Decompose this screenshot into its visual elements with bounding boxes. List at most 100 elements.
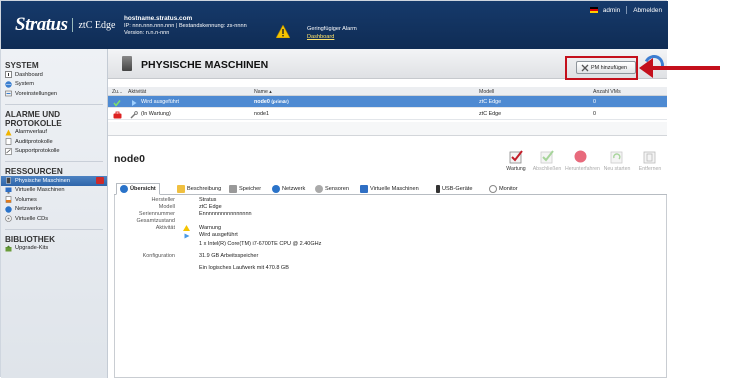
sidebar-item-audit-logs[interactable]: Auditprotokolle [1,137,107,147]
cd-icon [5,215,12,223]
sidebar-item-label: Auditprotokolle [15,138,53,145]
monitor-icon [360,185,368,193]
sidebar-item-alarm-history[interactable]: Alarmverlauf [1,128,107,138]
logo-main-text: Stratus [15,14,68,35]
language-flag-icon[interactable] [589,7,598,13]
row-vm-count: 0 [593,99,596,105]
alarm-bell-icon [5,129,12,136]
remove-action[interactable]: Entfernen [635,149,665,172]
row-model: ztC Edge [479,111,502,117]
sidebar-item-label: Physische Maschinen [15,177,71,184]
shutdown-icon [573,149,588,164]
sidebar-divider [5,228,103,230]
storage-icon [229,185,237,193]
remove-icon [643,149,658,164]
column-header-model[interactable]: Modell [479,89,494,95]
sidebar-item-upgrade-kits[interactable]: Upgrade-Kits [1,244,107,254]
sidebar-section-library: BIBLIOTHEK [5,234,56,244]
tab-overview[interactable]: Übersicht [116,183,160,195]
action-label: Abschließen [532,166,562,172]
user-menu: admin Abmelden [589,6,662,14]
stratus-logo: Stratus ztC Edge [15,13,115,37]
usb-icon [436,185,440,193]
wrench-icon [130,111,138,119]
sidebar-item-label: Dashboard [15,71,43,78]
value-activity: Wird ausgeführt [199,232,238,238]
table-row[interactable]: Wird ausgeführt node0 (primär) ztC Edge … [108,96,667,108]
column-header-status[interactable]: Zu... [112,89,122,95]
tab-label: Netzwerk [282,186,306,192]
globe-icon [5,81,12,88]
restart-action[interactable]: Neu starten [602,149,632,172]
row-name-suffix: (primär) [271,99,289,104]
host-info: hostname.stratus.com IP: nnn.nnn.nnn.nnn… [124,15,247,38]
sidebar-item-dashboard[interactable]: Dashboard [1,70,107,80]
network-icon [5,206,12,213]
maintenance-icon [509,149,524,164]
tab-sensors[interactable]: Sensoren [312,183,352,195]
sidebar-item-system[interactable]: System [1,80,107,90]
label-overall-state: Gesamtzustand [136,218,175,224]
sidebar-divider [5,161,103,162]
tab-label: Sensoren [325,186,349,192]
tab-usb-devices[interactable]: USB-Geräte [433,183,475,195]
upgrade-kit-icon [5,245,12,252]
version-line: Version: n.n.n-nnn [124,30,170,36]
tab-label: Übersicht [130,186,156,192]
column-header-vm-count[interactable]: Anzahl VMs [593,89,621,95]
sensor-icon [315,185,323,193]
main-panel: PHYSISCHE MASCHINEN PM hinzufügen Zu... … [108,49,667,378]
sidebar-item-label: Supportprotokolle [15,148,60,155]
label-manufacturer: Hersteller [151,197,175,203]
logout-link[interactable]: Abmelden [633,7,662,14]
alarm-text: Geringfügiger Alarm [307,26,357,32]
action-label: Herunterfahren [565,166,600,172]
support-log-icon [5,147,12,155]
table-row[interactable]: (In Wartung) node1 ztC Edge 0 [108,108,667,120]
dashboard-link[interactable]: Dashboard [307,34,357,42]
sidebar-item-virtual-machines[interactable]: Virtuelle Maschinen [1,186,107,196]
tab-storage[interactable]: Speicher [226,183,264,195]
value-cpu: 1 x Intel(R) Core(TM) i7-6700TE CPU @ 2.… [199,241,322,247]
document-icon [5,138,12,146]
dashboard-icon [5,71,12,79]
finalize-action[interactable]: Abschließen [532,149,562,172]
sidebar-item-label: System [15,81,34,88]
tab-description[interactable]: Beschreibung [174,183,224,195]
description-icon [177,185,185,193]
label-configuration: Konfiguration [142,253,175,259]
maintenance-action[interactable]: Wartung [501,149,531,172]
sidebar-item-support-logs[interactable]: Supportprotokolle [1,147,107,157]
sidebar-item-preferences[interactable]: Voreinstellungen [1,89,107,99]
tab-virtual-machines[interactable]: Virtuelle Maschinen [357,183,422,195]
sidebar-item-volumes[interactable]: Volumes [1,195,107,205]
restart-icon [610,149,625,164]
column-header-activity[interactable]: Aktivität [128,89,146,95]
server-icon [5,177,12,184]
value-manufacturer: Stratus [199,197,217,203]
warning-icon[interactable] [275,24,291,39]
sidebar-item-label: Netzwerke [15,206,42,213]
value-model: ztC Edge [199,204,222,210]
label-model: Modell [158,204,175,210]
running-play-icon [130,99,138,107]
physical-machine-icon [122,56,132,71]
preferences-icon [5,90,12,97]
sidebar-item-physical-machines[interactable]: Physische Maschinen [1,176,107,186]
column-header-name[interactable]: Name ▴ [254,89,272,95]
running-play-icon [184,233,190,239]
row-activity: Wird ausgeführt [141,99,180,105]
username[interactable]: admin [603,7,620,14]
sidebar-item-virtual-cds[interactable]: Virtuelle CDs [1,214,107,224]
table-spacer [108,122,667,136]
node-title: node0 [114,153,145,165]
ip-line: IP: nnn.nnn.nnn.nnn | Bestandskennung: z… [124,22,247,29]
logo-divider [72,18,74,32]
action-label: Wartung [506,166,526,172]
sidebar-item-networks[interactable]: Netzwerke [1,205,107,215]
tab-network[interactable]: Netzwerk [269,183,308,195]
tab-monitor[interactable]: Monitor [486,183,521,195]
row-vm-count: 0 [593,111,596,117]
annotation-highlight-box [565,56,638,80]
shutdown-action[interactable]: Herunterfahren [565,149,600,172]
